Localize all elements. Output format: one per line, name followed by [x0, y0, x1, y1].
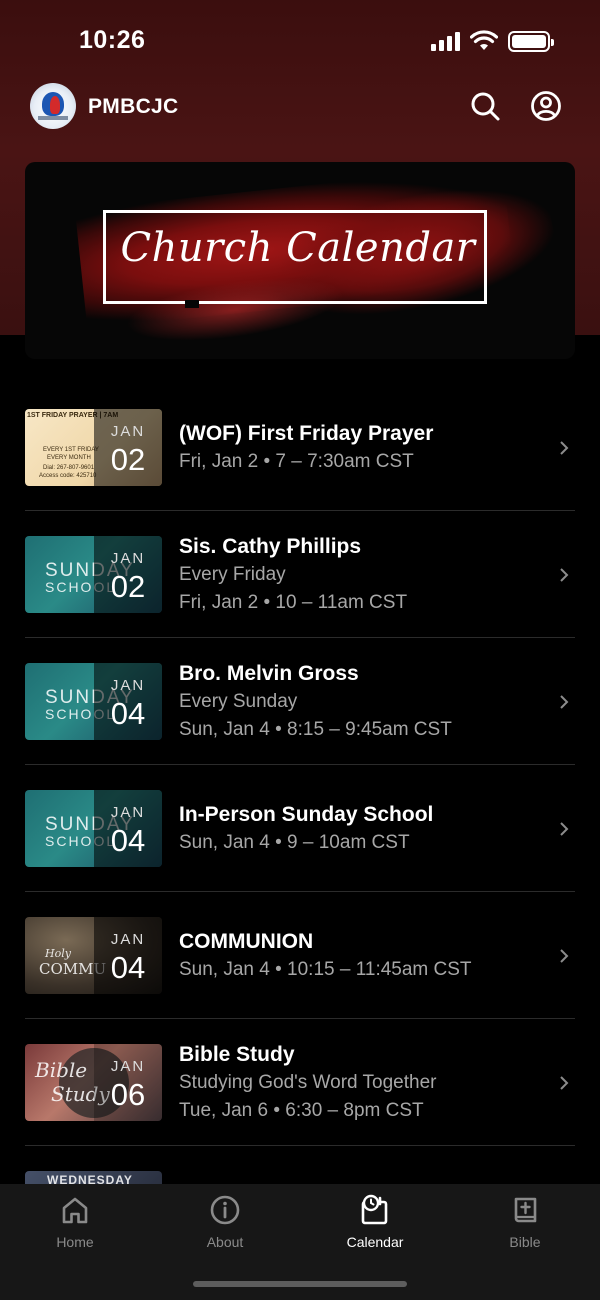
chevron-right-icon	[560, 568, 569, 582]
event-title: Sis. Cathy Phillips	[179, 535, 362, 558]
app-title: PMBCJC	[88, 95, 179, 118]
event-date-badge: JAN 02	[94, 409, 162, 486]
event-date-badge: JAN 06	[94, 1044, 162, 1121]
chevron-right-icon	[560, 1076, 569, 1090]
battery-icon	[508, 30, 554, 52]
app-header: PMBCJC	[0, 80, 600, 136]
event-row[interactable]: WEDNESDAY	[25, 1146, 575, 1186]
chevron-right-icon	[560, 822, 569, 836]
event-time: Sun, Jan 4 • 10:15 – 11:45am CST	[179, 959, 472, 980]
event-date-badge: JAN 04	[94, 917, 162, 994]
home-indicator	[193, 1281, 407, 1287]
event-row[interactable]: 1ST FRIDAY PRAYER | 7AM EVERY 1ST FRIDAY…	[25, 384, 575, 511]
banner-title: Church Calendar	[120, 225, 476, 271]
event-time: Fri, Jan 2 • 7 – 7:30am CST	[179, 451, 414, 472]
status-icons	[431, 30, 554, 52]
event-title: (WOF) First Friday Prayer	[179, 422, 434, 445]
event-list: 1ST FRIDAY PRAYER | 7AM EVERY 1ST FRIDAY…	[25, 384, 575, 1186]
event-title: In-Person Sunday School	[179, 803, 434, 826]
event-thumbnail: 1ST FRIDAY PRAYER | 7AM EVERY 1ST FRIDAY…	[25, 409, 162, 486]
status-time: 10:26	[79, 26, 146, 54]
chevron-right-icon	[560, 695, 569, 709]
nav-home-label: Home	[56, 1234, 94, 1250]
wifi-icon	[470, 30, 498, 50]
event-thumbnail: Holy COMMU JAN 04	[25, 917, 162, 994]
event-recurrence: Every Friday	[179, 564, 286, 585]
event-date-badge: JAN 04	[94, 663, 162, 740]
event-thumbnail: Bible Study JAN 06	[25, 1044, 162, 1121]
search-icon[interactable]	[469, 90, 501, 122]
info-icon	[210, 1195, 240, 1225]
event-title: Bro. Melvin Gross	[179, 662, 359, 685]
event-row[interactable]: SUNDAY SCHOOL JAN 04 In-Person Sunday Sc…	[25, 765, 575, 892]
account-icon[interactable]	[530, 90, 562, 122]
event-thumbnail: SUNDAY SCHOOL JAN 02	[25, 536, 162, 613]
chevron-right-icon	[560, 441, 569, 455]
event-title: COMMUNION	[179, 930, 314, 953]
event-row[interactable]: Bible Study JAN 06 Bible Study Studying …	[25, 1019, 575, 1146]
status-bar: 10:26	[0, 0, 600, 80]
event-time: Sun, Jan 4 • 9 – 10am CST	[179, 832, 410, 853]
event-thumbnail: SUNDAY SCHOOL JAN 04	[25, 663, 162, 740]
calendar-banner: Church Calendar	[25, 162, 575, 359]
event-description: Studying God's Word Together	[179, 1072, 437, 1093]
event-date-badge: JAN 02	[94, 536, 162, 613]
nav-about[interactable]: About	[170, 1194, 280, 1250]
home-icon	[62, 1197, 88, 1224]
nav-bible[interactable]: Bible	[470, 1194, 580, 1250]
event-time: Tue, Jan 6 • 6:30 – 8pm CST	[179, 1100, 424, 1121]
church-logo[interactable]	[30, 83, 76, 129]
cellular-signal-icon	[431, 31, 460, 51]
nav-calendar-label: Calendar	[346, 1234, 404, 1250]
nav-home[interactable]: Home	[20, 1194, 130, 1250]
event-row[interactable]: Holy COMMU JAN 04 COMMUNION Sun, Jan 4 •…	[25, 892, 575, 1019]
event-row[interactable]: SUNDAY SCHOOL JAN 02 Sis. Cathy Phillips…	[25, 511, 575, 638]
event-date-badge: JAN 04	[94, 790, 162, 867]
nav-bible-label: Bible	[509, 1234, 541, 1250]
nav-calendar[interactable]: Calendar	[320, 1194, 430, 1250]
event-title: Bible Study	[179, 1043, 295, 1066]
event-recurrence: Every Sunday	[179, 691, 298, 712]
calendar-clock-icon	[361, 1194, 388, 1225]
bible-icon	[514, 1197, 537, 1223]
nav-about-label: About	[206, 1234, 244, 1250]
event-time: Fri, Jan 2 • 10 – 11am CST	[179, 592, 408, 613]
event-thumbnail: SUNDAY SCHOOL JAN 04	[25, 790, 162, 867]
event-row[interactable]: SUNDAY SCHOOL JAN 04 Bro. Melvin Gross E…	[25, 638, 575, 765]
chevron-right-icon	[560, 949, 569, 963]
event-time: Sun, Jan 4 • 8:15 – 9:45am CST	[179, 719, 452, 740]
